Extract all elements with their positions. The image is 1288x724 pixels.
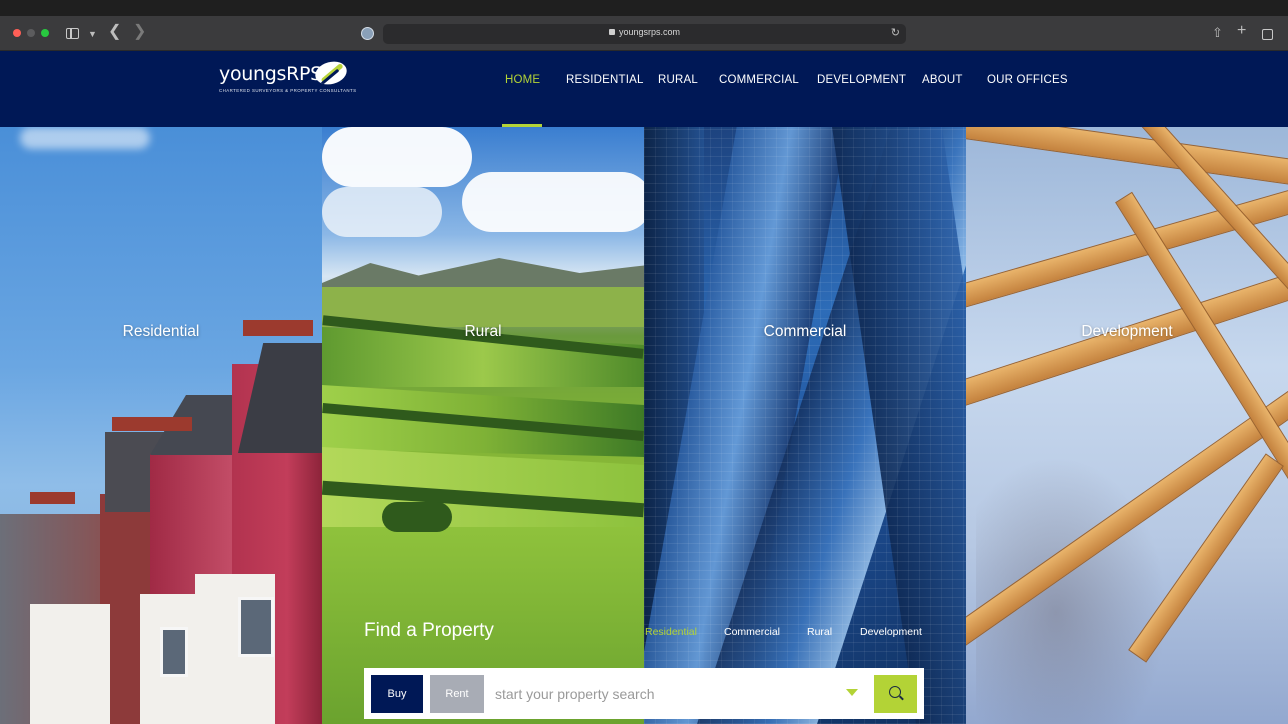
panel-label-residential: Residential: [122, 323, 200, 340]
sidebar-toggle-icon[interactable]: [66, 28, 79, 39]
panel-development[interactable]: Development: [966, 127, 1288, 724]
search-icon: [889, 686, 901, 698]
logo-tagline: CHARTERED SURVEYORS & PROPERTY CONSULTAN…: [219, 88, 357, 93]
address-bar[interactable]: youngsrps.com ↻: [383, 24, 906, 44]
minimize-window-button[interactable]: [27, 29, 35, 37]
reload-icon[interactable]: ↻: [891, 26, 900, 39]
panel-label-commercial: Commercial: [763, 323, 847, 340]
site-logo[interactable]: youngsRPS CHARTERED SURVEYORS & PROPERTY…: [219, 58, 357, 93]
rent-button[interactable]: Rent: [430, 675, 484, 713]
site-header: youngsRPS CHARTERED SURVEYORS & PROPERTY…: [0, 51, 1288, 127]
nav-item-about[interactable]: ABOUT: [922, 74, 963, 86]
panel-label-rural: Rural: [464, 323, 502, 340]
tab-development[interactable]: Development: [860, 626, 922, 638]
property-search-bar: Buy Rent: [364, 668, 924, 719]
url-text: youngsrps.com: [618, 27, 681, 37]
property-search-input[interactable]: [495, 677, 835, 711]
caret-down-icon[interactable]: [846, 689, 858, 696]
tab-residential[interactable]: Residential: [645, 626, 697, 638]
back-button[interactable]: ❮: [108, 23, 121, 41]
panel-residential[interactable]: Residential: [0, 127, 322, 724]
nav-item-our-offices[interactable]: OUR OFFICES: [987, 74, 1068, 86]
nav-item-rural[interactable]: RURAL: [658, 74, 698, 86]
browser-toolbar: ▼ ❮ ❯ youngsrps.com ↻ ⇧ +: [0, 16, 1288, 51]
nav-item-commercial[interactable]: COMMERCIAL: [719, 74, 799, 86]
lock-icon: [608, 29, 615, 35]
close-window-button[interactable]: [13, 29, 21, 37]
search-button[interactable]: [874, 675, 917, 713]
window-titlebar: [0, 0, 1288, 16]
forward-button[interactable]: ❯: [133, 23, 146, 41]
nav-item-home[interactable]: HOME: [505, 74, 540, 86]
share-icon[interactable]: ⇧: [1212, 24, 1223, 42]
new-tab-icon[interactable]: +: [1237, 22, 1246, 40]
find-property-title: Find a Property: [364, 620, 494, 641]
nav-item-development[interactable]: DEVELOPMENT: [817, 74, 906, 86]
panel-label-development: Development: [1081, 323, 1173, 340]
nav-item-residential[interactable]: RESIDENTIAL: [566, 74, 644, 86]
zoom-window-button[interactable]: [41, 29, 49, 37]
chevron-down-icon[interactable]: ▼: [88, 25, 97, 43]
timber-frame-illustration: [966, 127, 1288, 190]
tab-overview-icon[interactable]: [1262, 29, 1273, 40]
buy-button[interactable]: Buy: [371, 675, 423, 713]
tab-rural[interactable]: Rural: [807, 626, 832, 638]
tab-commercial[interactable]: Commercial: [724, 626, 780, 638]
privacy-shield-icon[interactable]: [361, 27, 374, 40]
